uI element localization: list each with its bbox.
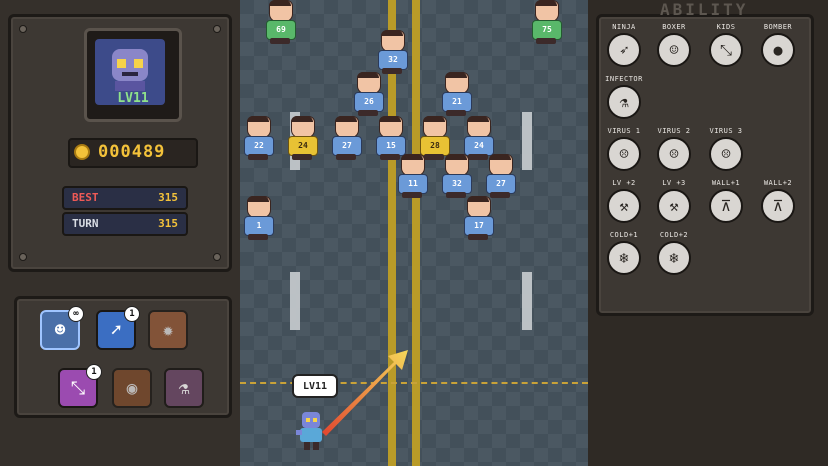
- ability-wall-2[interactable]: WALL+2 ⊼: [756, 178, 800, 223]
- ability-label: COLD+1: [609, 231, 639, 239]
- ability-label: WALL+1: [711, 179, 741, 187]
- ability-wall-1[interactable]: WALL+1 ⊼: [704, 178, 748, 223]
- ability-lv-2[interactable]: LV +2 ⚒: [602, 178, 646, 223]
- ability-icon: ❄: [657, 241, 691, 275]
- ability-label: BOXER: [662, 23, 686, 31]
- ability-label: VIRUS 3: [709, 127, 743, 135]
- ability-icon: ➶: [607, 33, 641, 67]
- ability-kids[interactable]: KIDS ⤡: [704, 22, 748, 67]
- ability-icon: ☹: [607, 137, 641, 171]
- ability-label: COLD+2: [659, 231, 689, 239]
- ability-cold-2[interactable]: COLD+2 ❄: [652, 230, 696, 275]
- ability-boxer[interactable]: BOXER ☺: [652, 22, 696, 67]
- ability-label: NINJA: [612, 23, 636, 31]
- ability-ninja[interactable]: NINJA ➶: [602, 22, 646, 67]
- ability-label: LV +2: [612, 179, 636, 187]
- game-screen: LV11 000489 BEST 315 TURN 315 ☻ ∞ ➚ 1 ✹ …: [0, 0, 828, 466]
- ability-label: INFECTOR: [605, 75, 643, 83]
- ability-label: BOMBER: [763, 23, 793, 31]
- ability-icon: ⊼: [761, 189, 795, 223]
- ability-icon: ☹: [657, 137, 691, 171]
- ability-virus-3[interactable]: VIRUS 3 ☹: [704, 126, 748, 171]
- player-level-bubble: LV11: [292, 374, 338, 398]
- player-zombie[interactable]: [296, 410, 326, 452]
- ability-cold-1[interactable]: COLD+1 ❄: [602, 230, 646, 275]
- ability-icon: ☹: [709, 137, 743, 171]
- ability-icon: ☺: [657, 33, 691, 67]
- ability-icon: ⚒: [657, 189, 691, 223]
- zombie-player-icon: [296, 412, 322, 450]
- ability-label: VIRUS 1: [607, 127, 641, 135]
- ability-icon: ⚒: [607, 189, 641, 223]
- ability-virus-1[interactable]: VIRUS 1 ☹: [602, 126, 646, 171]
- ability-infector[interactable]: INFECTOR ⚗: [602, 74, 646, 119]
- ability-icon: ⊼: [709, 189, 743, 223]
- ability-label: KIDS: [716, 23, 736, 31]
- ability-label: LV +3: [662, 179, 686, 187]
- ability-icon: ⚗: [607, 85, 641, 119]
- ability-icon: ●: [761, 33, 795, 67]
- ability-virus-2[interactable]: VIRUS 2 ☹: [652, 126, 696, 171]
- ability-label: VIRUS 2: [657, 127, 691, 135]
- ability-icon: ⤡: [709, 33, 743, 67]
- ability-icon: ❄: [607, 241, 641, 275]
- ability-bomber[interactable]: BOMBER ●: [756, 22, 800, 67]
- ability-lv-3[interactable]: LV +3 ⚒: [652, 178, 696, 223]
- ability-title: ABILITY: [660, 0, 749, 19]
- ability-label: WALL+2: [763, 179, 793, 187]
